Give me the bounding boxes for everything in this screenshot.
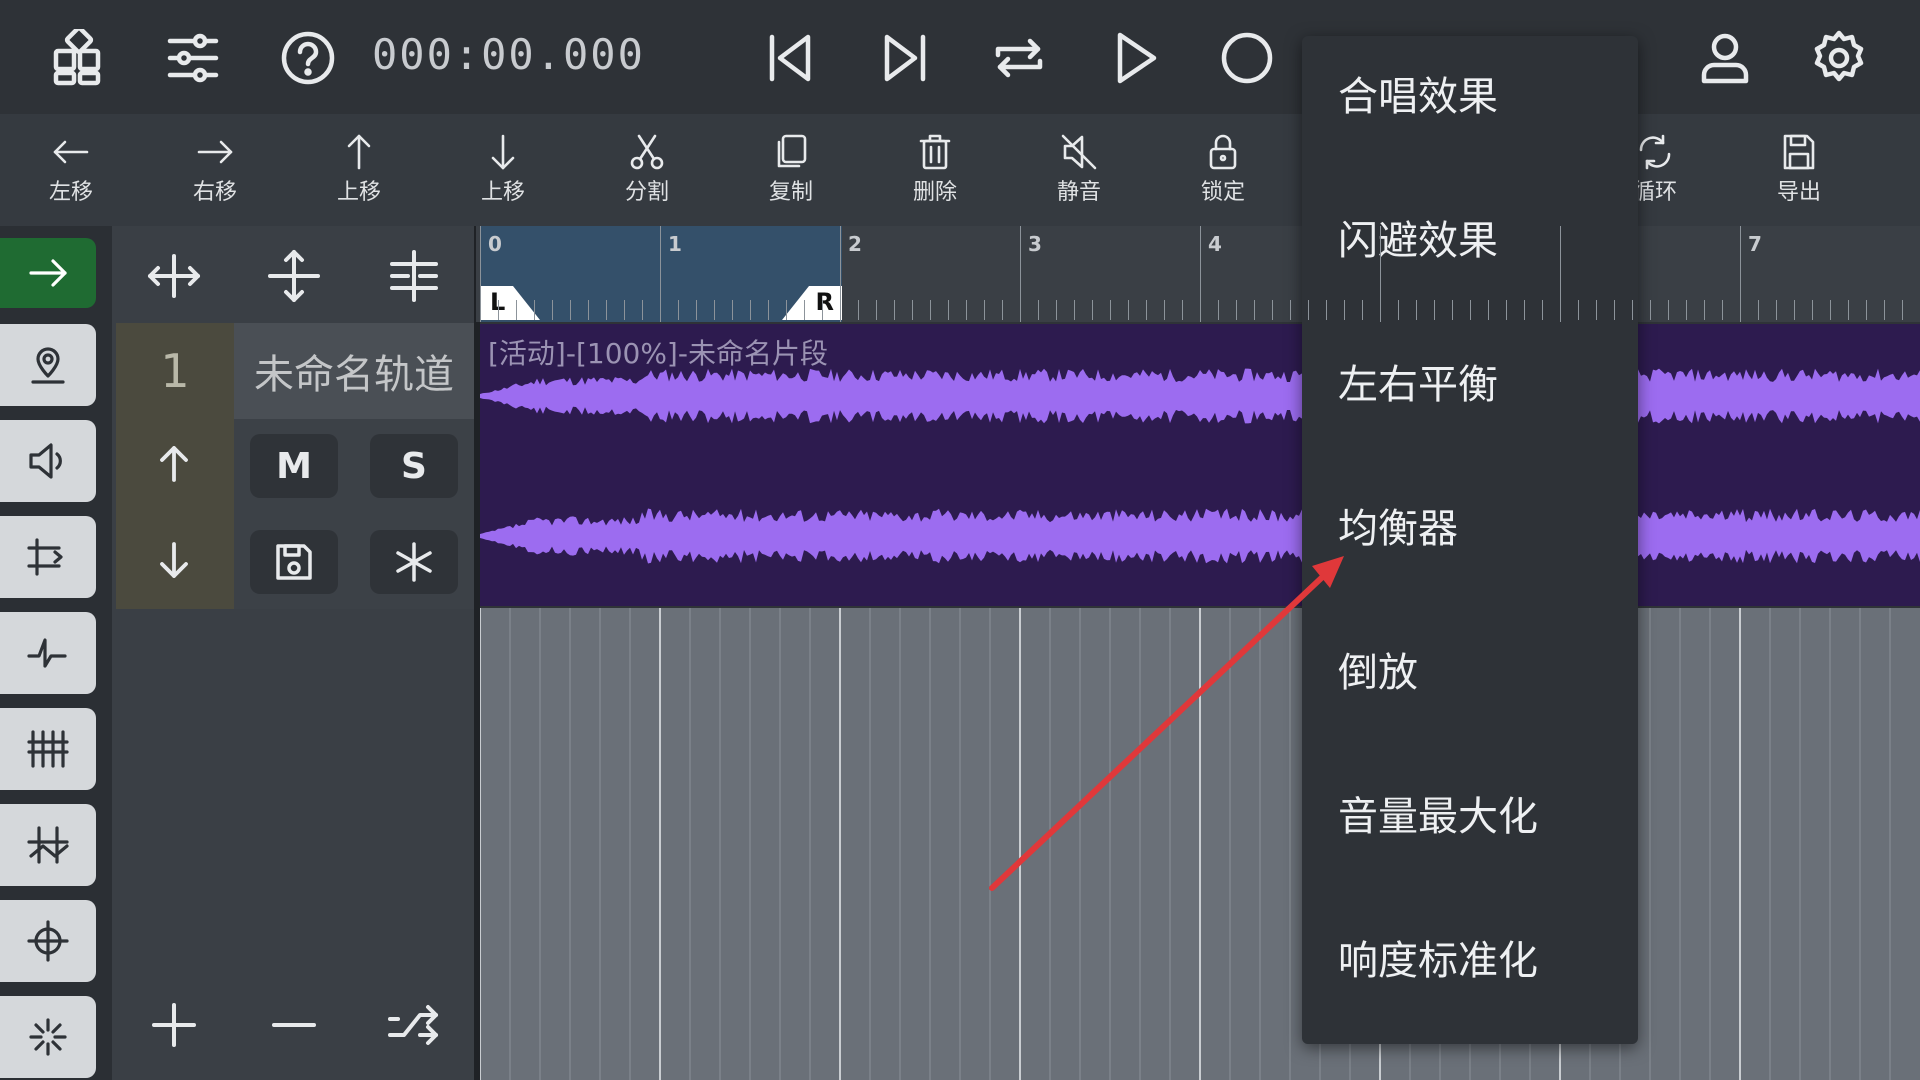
ruler-minor-tick — [1038, 300, 1039, 320]
ruler-minor-tick — [1344, 300, 1345, 320]
ruler-minor-tick — [1848, 300, 1849, 320]
ruler-minor-tick — [570, 300, 571, 320]
ruler-minor-tick — [1470, 300, 1471, 320]
ruler-major-tick — [1380, 226, 1381, 322]
ruler-minor-tick — [876, 300, 877, 320]
ruler-minor-tick — [858, 300, 859, 320]
ruler-minor-tick — [1182, 300, 1183, 320]
ruler-minor-tick — [1236, 300, 1237, 320]
ruler-minor-tick — [1776, 300, 1777, 320]
ruler-minor-tick — [1668, 300, 1669, 320]
ruler-minor-tick — [498, 300, 499, 320]
ruler-minor-tick — [1146, 300, 1147, 320]
ruler-minor-tick — [1902, 300, 1903, 320]
ruler-minor-tick — [1452, 300, 1453, 320]
ruler-minor-tick — [912, 300, 913, 320]
ruler-minor-tick — [1164, 300, 1165, 320]
ruler-minor-tick — [1884, 300, 1885, 320]
ruler-minor-tick — [786, 300, 787, 320]
ruler-minor-tick — [1722, 300, 1723, 320]
ruler-minor-tick — [1524, 300, 1525, 320]
ruler-minor-tick — [1056, 300, 1057, 320]
ruler-minor-tick — [552, 300, 553, 320]
ruler-minor-tick — [1110, 300, 1111, 320]
ruler-minor-tick — [1272, 300, 1273, 320]
ruler-minor-tick — [804, 300, 805, 320]
ruler-minor-tick — [1308, 300, 1309, 320]
ruler-minor-tick — [1416, 300, 1417, 320]
ruler-minor-tick — [894, 300, 895, 320]
ruler-minor-tick — [1362, 300, 1363, 320]
ruler-minor-tick — [1218, 300, 1219, 320]
ruler-minor-tick — [1542, 300, 1543, 320]
ruler-minor-tick — [1434, 300, 1435, 320]
ruler-minor-tick — [1254, 300, 1255, 320]
ruler-minor-tick — [1506, 300, 1507, 320]
ruler-minor-tick — [1092, 300, 1093, 320]
ruler-minor-tick — [948, 300, 949, 320]
ruler-minor-tick — [642, 300, 643, 320]
ruler-minor-tick — [696, 300, 697, 320]
ruler-minor-tick — [606, 300, 607, 320]
ruler-minor-tick — [1812, 300, 1813, 320]
ruler-minor-tick — [732, 300, 733, 320]
ruler-minor-tick — [1596, 300, 1597, 320]
ruler-major-tick — [1560, 226, 1561, 322]
ruler-minor-tick — [1614, 300, 1615, 320]
ruler-minor-tick — [1830, 300, 1831, 320]
ruler-minor-tick — [1290, 300, 1291, 320]
ruler-minor-tick — [750, 300, 751, 320]
ruler-minor-tick — [1866, 300, 1867, 320]
ruler-major-tick — [1740, 226, 1741, 322]
ruler-major-tick — [1200, 226, 1201, 322]
ruler-minor-tick — [1758, 300, 1759, 320]
ruler-minor-tick — [1074, 300, 1075, 320]
ruler-minor-tick — [768, 300, 769, 320]
ruler-minor-tick — [1398, 300, 1399, 320]
ruler-minor-tick — [1704, 300, 1705, 320]
ruler-minor-tick — [678, 300, 679, 320]
ruler-minor-tick — [516, 300, 517, 320]
ruler-major-tick — [660, 226, 661, 322]
ruler-minor-tick — [588, 300, 589, 320]
ruler-minor-tick — [1632, 300, 1633, 320]
ruler-minor-tick — [1686, 300, 1687, 320]
ruler-minor-tick — [1326, 300, 1327, 320]
ruler-minor-tick — [714, 300, 715, 320]
ruler-minor-tick — [1650, 300, 1651, 320]
ruler-minor-tick — [1128, 300, 1129, 320]
ruler-major-tick — [1020, 226, 1021, 322]
ruler-minor-tick — [1794, 300, 1795, 320]
annotation-arrow — [989, 556, 1344, 891]
ruler-minor-tick — [1002, 300, 1003, 320]
ruler-minor-tick — [534, 300, 535, 320]
ruler-minor-tick — [624, 300, 625, 320]
ruler-major-tick — [480, 226, 481, 322]
ruler-minor-tick — [822, 300, 823, 320]
ruler-major-tick — [840, 226, 841, 322]
ruler-minor-tick — [966, 300, 967, 320]
ruler-minor-tick — [1488, 300, 1489, 320]
ruler-minor-tick — [1578, 300, 1579, 320]
ruler-minor-tick — [930, 300, 931, 320]
ruler-minor-tick — [984, 300, 985, 320]
